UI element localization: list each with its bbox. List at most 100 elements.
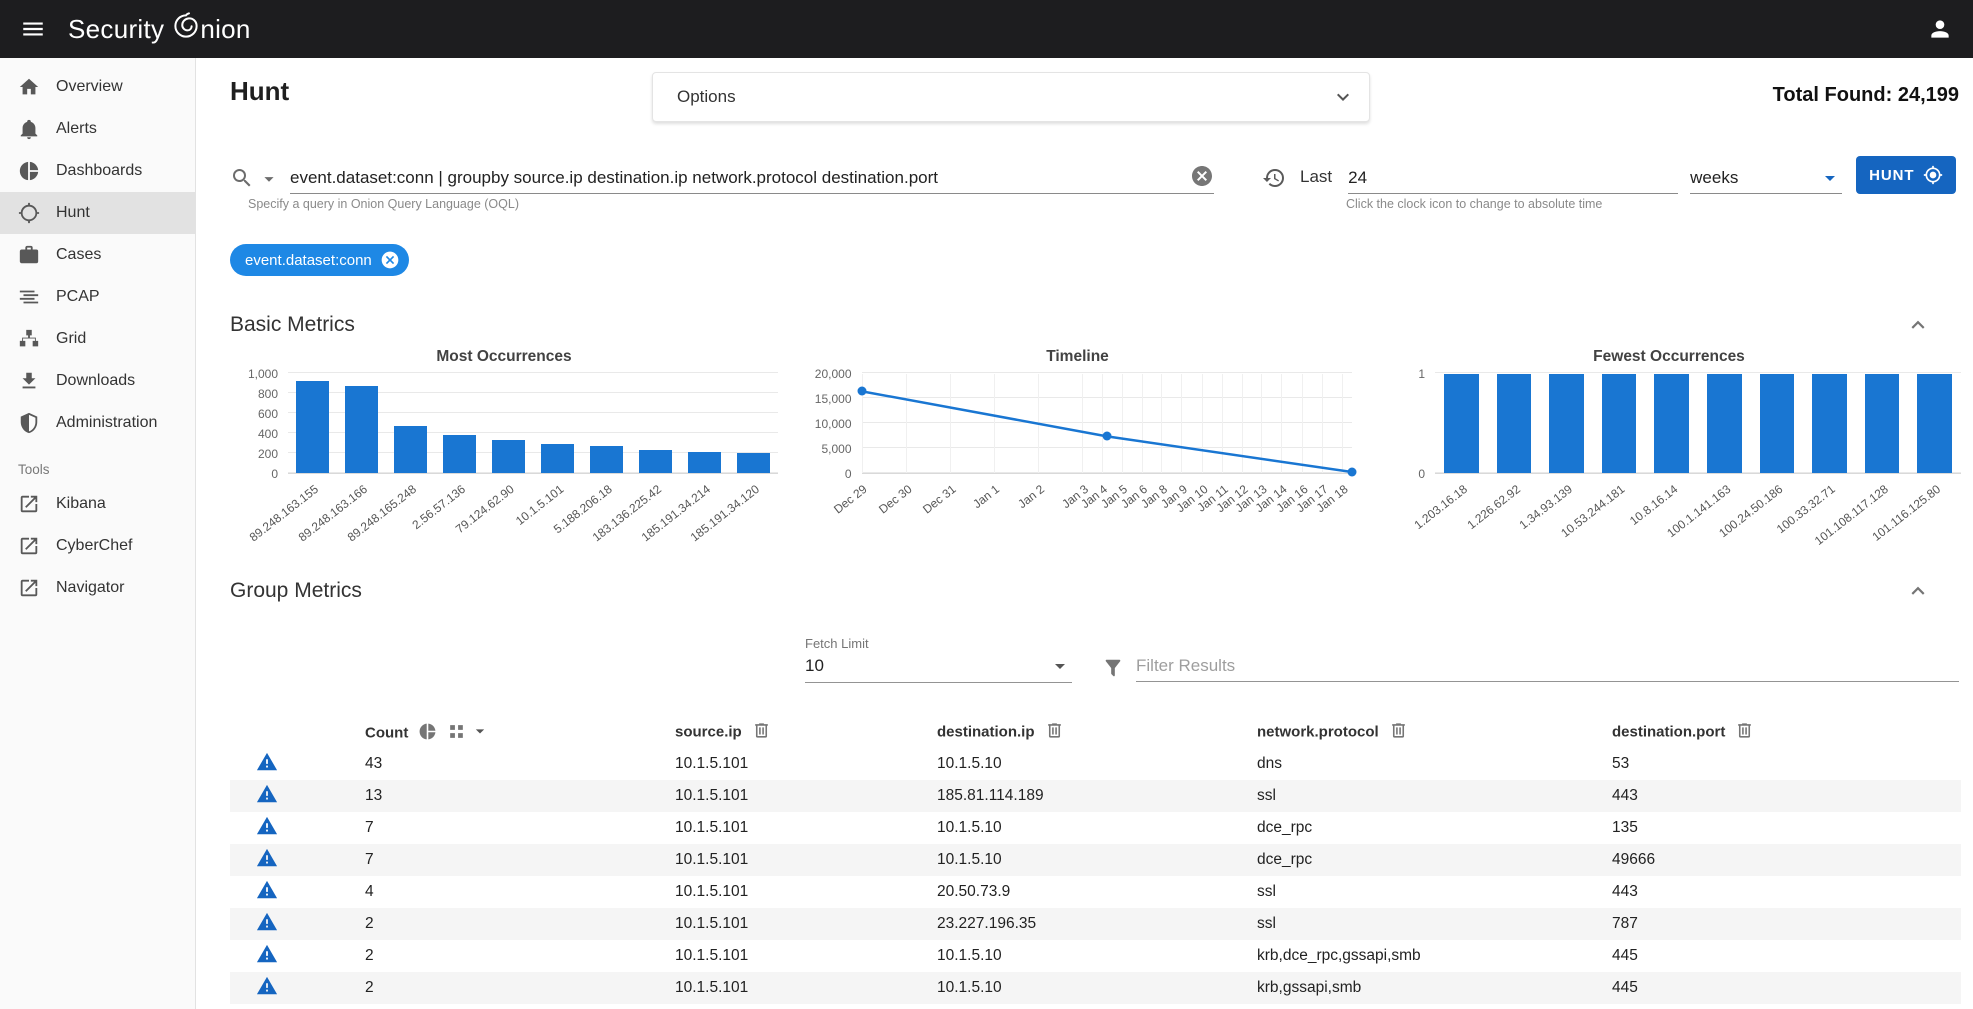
sidebar-item-downloads[interactable]: Downloads: [0, 360, 195, 402]
filter-chip[interactable]: event.dataset:conn: [230, 244, 409, 276]
bar: [1549, 374, 1584, 473]
collapse-group-metrics-icon[interactable]: [1905, 578, 1931, 604]
y-axis-label: 0: [1418, 467, 1425, 481]
sidebar-item-alerts[interactable]: Alerts: [0, 108, 195, 150]
duration-input[interactable]: [1348, 168, 1678, 188]
alert-icon[interactable]: [256, 815, 278, 837]
alert-icon[interactable]: [256, 783, 278, 805]
main-content: Hunt Options Total Found: 24,199 Last: [196, 58, 1973, 1009]
table-cell: ssl: [1257, 780, 1612, 812]
bar: [1602, 374, 1637, 473]
sidebar-item-cyberchef[interactable]: CyberChef: [0, 525, 195, 567]
bar: [1865, 374, 1900, 473]
sidebar-tools: KibanaCyberChefNavigator: [0, 483, 195, 609]
alert-icon[interactable]: [256, 975, 278, 997]
filter-results-input[interactable]: [1136, 656, 1959, 676]
y-axis-label: 600: [258, 407, 278, 421]
chip-row: event.dataset:conn: [230, 244, 1961, 276]
sidebar-item-label: Dashboards: [56, 162, 142, 180]
table-row[interactable]: 410.1.5.10120.50.73.9ssl443: [230, 876, 1961, 908]
table-row[interactable]: 4310.1.5.10110.1.5.10dns53: [230, 748, 1961, 780]
sidebar-item-dashboards[interactable]: Dashboards: [0, 150, 195, 192]
basic-metrics-section-header: Basic Metrics: [230, 310, 1961, 340]
bar: [1444, 374, 1479, 473]
menu-down-icon[interactable]: [470, 721, 490, 741]
sidebar-item-label: Overview: [56, 78, 123, 96]
basic-metrics-title: Basic Metrics: [230, 313, 355, 337]
table-cell: 10.1.5.101: [675, 812, 937, 844]
query-bar: Last weeks HUNT: [230, 150, 1961, 194]
alert-icon[interactable]: [256, 847, 278, 869]
fetch-limit-select[interactable]: Fetch Limit 10: [805, 636, 1072, 683]
search-icon[interactable]: [230, 166, 254, 190]
chart-plot-area: [1435, 374, 1961, 474]
time-unit-select[interactable]: weeks: [1690, 166, 1842, 194]
table-cell: 2: [365, 908, 675, 940]
table-cell: 443: [1612, 780, 1961, 812]
table-row[interactable]: 1310.1.5.101185.81.114.189ssl443: [230, 780, 1961, 812]
table-cell: 10.1.5.101: [675, 972, 937, 1004]
column-header-count[interactable]: Count: [365, 714, 675, 748]
pie-chart-icon[interactable]: [418, 722, 437, 741]
sidebar-item-kibana[interactable]: Kibana: [0, 483, 195, 525]
bar: [1654, 374, 1689, 473]
table-cell: 135: [1612, 812, 1961, 844]
group-controls: Fetch Limit 10: [230, 606, 1961, 706]
sidebar-item-hunt[interactable]: Hunt: [0, 192, 195, 234]
delete-column-icon[interactable]: [1389, 721, 1408, 740]
chart-canvas: 011.203.16.181.226.62.921.34.93.13910.53…: [1377, 374, 1961, 570]
sidebar-item-cases[interactable]: Cases: [0, 234, 195, 276]
sidebar-item-navigator[interactable]: Navigator: [0, 567, 195, 609]
table-cell: krb,dce_rpc,gssapi,smb: [1257, 940, 1612, 972]
table-cell: 10.1.5.10: [937, 972, 1257, 1004]
query-dropdown-icon[interactable]: [258, 168, 280, 190]
delete-column-icon[interactable]: [1735, 721, 1754, 740]
column-header-destination-port[interactable]: destination.port: [1612, 714, 1961, 748]
table-cell: 10.1.5.101: [675, 780, 937, 812]
table-cell: 53: [1612, 748, 1961, 780]
column-header-source-ip[interactable]: source.ip: [675, 714, 937, 748]
sidebar-item-administration[interactable]: Administration: [0, 402, 195, 444]
group-by-icon[interactable]: [447, 722, 466, 741]
delete-column-icon[interactable]: [752, 721, 771, 740]
y-axis-label: 0: [845, 467, 852, 481]
table-cell: 2: [365, 940, 675, 972]
chart-title: Timeline: [804, 348, 1352, 374]
column-header-destination-ip[interactable]: destination.ip: [937, 714, 1257, 748]
remove-filter-icon[interactable]: [380, 250, 400, 270]
options-panel[interactable]: Options: [652, 72, 1370, 122]
topbar: Security nion: [0, 0, 1973, 58]
x-axis-label: Dec 29: [832, 482, 871, 516]
sidebar-item-pcap[interactable]: PCAP: [0, 276, 195, 318]
x-axis-label: 1.226.62.92: [1464, 482, 1523, 532]
table-row[interactable]: 210.1.5.10123.227.196.35ssl787: [230, 908, 1961, 940]
query-input[interactable]: [290, 168, 1182, 188]
collapse-basic-metrics-icon[interactable]: [1905, 312, 1931, 338]
x-axis-label: 10.8.16.14: [1627, 482, 1680, 528]
bar: [443, 435, 475, 473]
alert-icon[interactable]: [256, 911, 278, 933]
alert-icon[interactable]: [256, 879, 278, 901]
column-header-network-protocol[interactable]: network.protocol: [1257, 714, 1612, 748]
menu-button[interactable]: [20, 16, 46, 42]
table-row[interactable]: 710.1.5.10110.1.5.10dce_rpc135: [230, 812, 1961, 844]
sidebar-item-grid[interactable]: Grid: [0, 318, 195, 360]
chart-plot-area: [288, 374, 778, 474]
delete-column-icon[interactable]: [1045, 721, 1064, 740]
menu-down-icon: [1048, 654, 1072, 678]
table-cell: 10.1.5.101: [675, 908, 937, 940]
table-row[interactable]: 210.1.5.10110.1.5.10krb,dce_rpc,gssapi,s…: [230, 940, 1961, 972]
hunt-button[interactable]: HUNT: [1856, 156, 1956, 194]
table-row[interactable]: 710.1.5.10110.1.5.10dce_rpc49666: [230, 844, 1961, 876]
table-row[interactable]: 210.1.5.10110.1.5.10krb,gssapi,smb445: [230, 972, 1961, 1004]
user-menu-button[interactable]: [1927, 16, 1953, 42]
bar: [394, 426, 426, 473]
clear-query-icon[interactable]: [1190, 164, 1214, 188]
sidebar-item-overview[interactable]: Overview: [0, 66, 195, 108]
relative-time-icon[interactable]: [1262, 166, 1286, 190]
table-cell: 49666: [1612, 844, 1961, 876]
alert-icon[interactable]: [256, 751, 278, 773]
y-axis-label: 800: [258, 387, 278, 401]
alert-icon[interactable]: [256, 943, 278, 965]
chevron-down-icon: [1331, 85, 1355, 109]
